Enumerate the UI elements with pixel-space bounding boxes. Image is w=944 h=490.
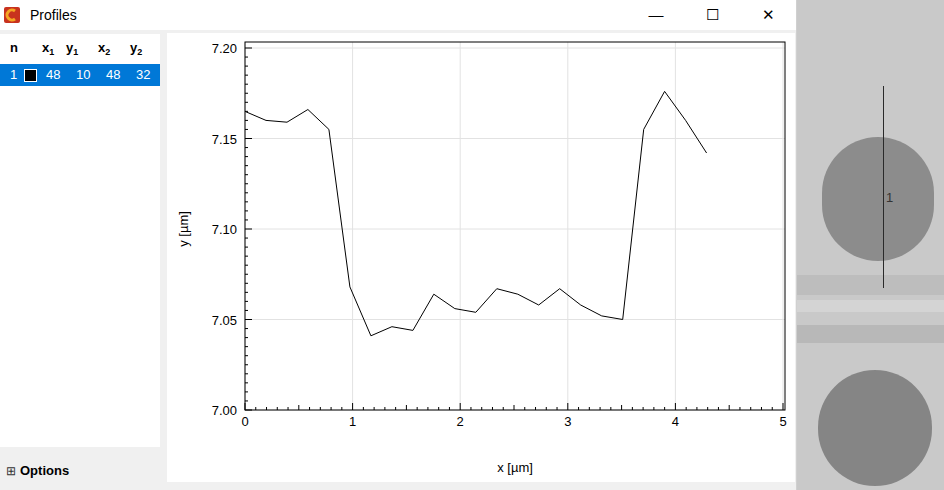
y-axis-label: y [µm]	[176, 211, 191, 247]
column-header[interactable]: x1	[28, 38, 60, 58]
x-tick-label: 0	[241, 414, 248, 429]
particle	[818, 370, 932, 486]
profile-line-series	[245, 91, 707, 335]
title-bar: Profiles —☐✕	[0, 0, 796, 30]
profile-label: 1	[886, 191, 893, 205]
profile-chart: 0 1 2 3 4 5 7.00 7.05 7.10 7.15 7.20 x [µm] y [µm]	[167, 33, 795, 482]
table-row[interactable]: 148104832	[0, 64, 160, 86]
profile-line[interactable]	[883, 86, 884, 288]
profiles-table: nx1y1x2y2 148104832	[0, 34, 160, 447]
column-header[interactable]: y2	[124, 38, 156, 58]
image-view: 1	[797, 0, 944, 490]
y-tick-label: 7.10	[212, 222, 237, 237]
profiles-window: Profiles —☐✕ nx1y1x2y2 148104832 ⊞ Optio…	[0, 0, 797, 490]
x-tick-label: 1	[349, 414, 356, 429]
maximize-button[interactable]: ☐	[684, 0, 740, 30]
column-header[interactable]: x2	[92, 38, 124, 58]
y-tick-label: 7.15	[212, 132, 237, 147]
x-tick-label: 5	[779, 414, 786, 429]
y-tick-label: 7.05	[212, 313, 237, 328]
column-header[interactable]: n	[0, 38, 28, 58]
x-axis-label: x [µm]	[497, 460, 533, 475]
options-toggle[interactable]: ⊞ Options	[6, 461, 160, 481]
profile-color-swatch	[24, 69, 37, 82]
minimize-button[interactable]: —	[628, 0, 684, 30]
close-button[interactable]: ✕	[740, 0, 796, 30]
column-header[interactable]: y1	[60, 38, 92, 58]
y-tick-label: 7.00	[212, 403, 237, 418]
particle	[822, 137, 934, 261]
x-tick-label: 2	[457, 414, 464, 429]
x-tick-label: 4	[672, 414, 679, 429]
x-tick-label: 3	[564, 414, 571, 429]
app-icon	[4, 7, 20, 23]
window-title: Profiles	[30, 5, 77, 26]
y-tick-label: 7.20	[212, 41, 237, 56]
